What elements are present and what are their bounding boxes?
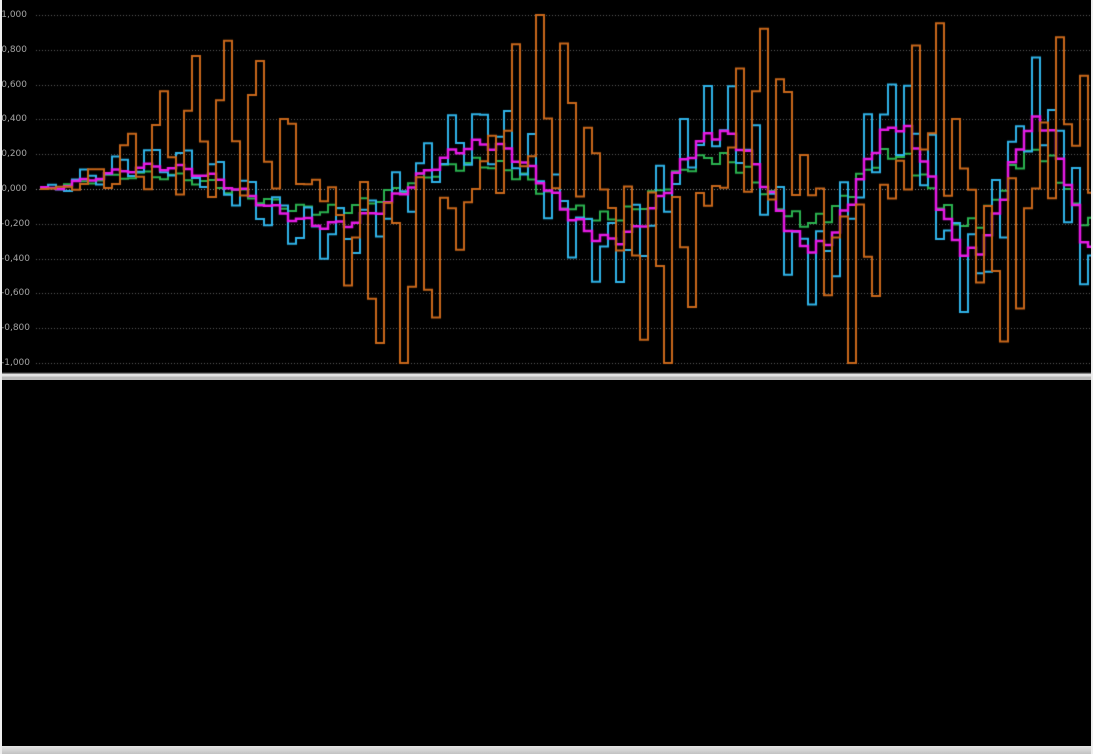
top-chart: 1,000 0,800 0,600 0,400 0,200 0,000 -0,200 -0,4… <box>0 0 1093 372</box>
y-tick-label: 0,600 <box>1 79 27 90</box>
y-tick-label: 0,200 <box>1 149 27 160</box>
bottom-chart: 0,6000,4000,2000,000-0,200-0,400-0,600 <box>0 380 1093 746</box>
dual-waveform-panel: 1,000 0,800 0,600 0,400 0,200 0,000 -0,200 -0,4… <box>0 0 1093 754</box>
y-tick-label: 0,400 <box>1 114 27 125</box>
y-tick-label: -0,200 <box>1 218 31 229</box>
y-tick-label: -1,000 <box>1 358 31 368</box>
y-tick-label: 0,000 <box>1 184 27 194</box>
chart-splitter[interactable] <box>0 372 1093 380</box>
y-tick-label: -0,800 <box>1 323 31 334</box>
top-chart-canvas[interactable] <box>30 8 1093 371</box>
window-border-left <box>0 0 2 754</box>
y-tick-label: -0,600 <box>1 288 31 299</box>
horizontal-scrollbar-track[interactable] <box>0 746 1093 754</box>
y-tick-label: -0,400 <box>1 253 31 264</box>
y-tick-label: 0,800 <box>1 44 27 55</box>
y-tick-label: 1,000 <box>1 10 27 20</box>
